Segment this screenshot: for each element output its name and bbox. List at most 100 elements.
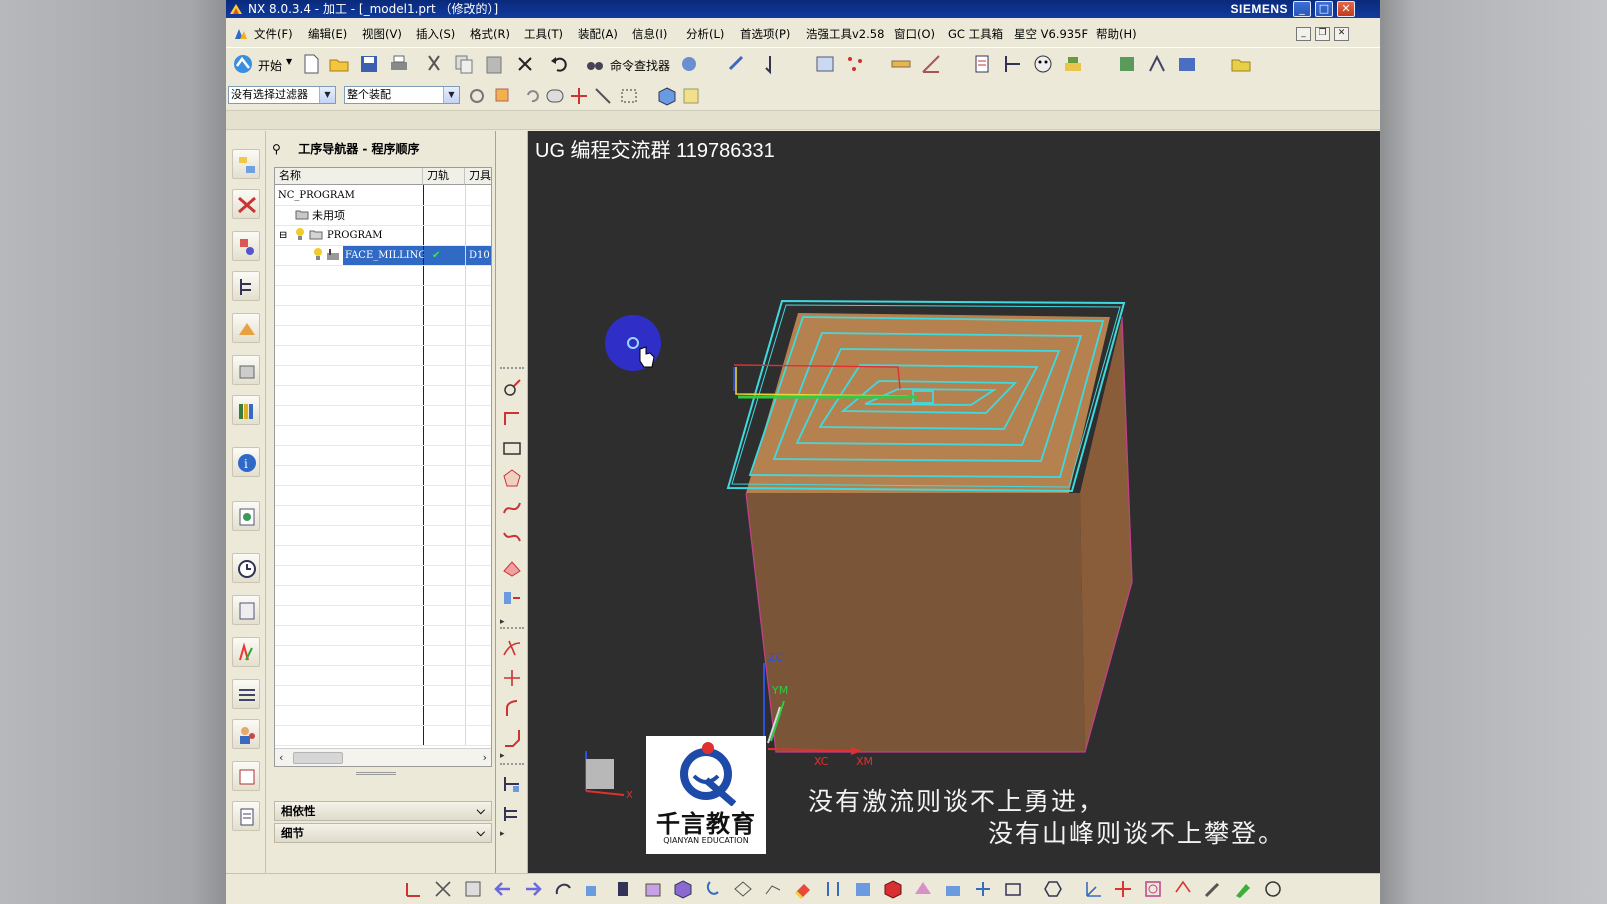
reuse-library-icon[interactable] xyxy=(232,355,260,385)
scrollbar-thumb[interactable] xyxy=(293,752,343,764)
point-icon[interactable] xyxy=(501,377,523,399)
wireframe-view-icon[interactable] xyxy=(762,878,784,900)
doc-close-button[interactable]: ✕ xyxy=(1334,27,1349,41)
toolbar-grip[interactable] xyxy=(500,763,524,765)
tree-row-face-milling[interactable]: FACE_MILLING ✔ D10 xyxy=(275,246,491,266)
history-clock-icon[interactable] xyxy=(232,553,260,583)
view-cube-icon[interactable] xyxy=(656,85,678,107)
horizontal-scrollbar[interactable]: ‹ › xyxy=(275,748,491,766)
select-reset-icon[interactable] xyxy=(466,85,488,107)
folder-open-icon[interactable] xyxy=(1230,53,1252,75)
command-finder-button[interactable]: 命令查找器 xyxy=(610,57,670,74)
snap-grid-icon[interactable] xyxy=(680,85,702,107)
selection-scope-select[interactable]: 整个装配 ▼ xyxy=(344,86,460,104)
process-studio-icon[interactable] xyxy=(232,679,260,709)
iso-view-icon[interactable] xyxy=(672,878,694,900)
rotate-spin-icon[interactable] xyxy=(702,878,724,900)
layer-settings-icon[interactable] xyxy=(852,878,874,900)
circle-select-icon[interactable] xyxy=(1142,878,1164,900)
binoculars-icon[interactable] xyxy=(584,53,606,75)
tree-row-program[interactable]: ⊟ PROGRAM xyxy=(275,226,491,246)
paste-icon[interactable] xyxy=(483,53,505,75)
system-scene-icon[interactable] xyxy=(232,761,260,791)
crosshair-icon[interactable] xyxy=(1112,878,1134,900)
constraint-icon[interactable] xyxy=(501,803,523,825)
dimension-icon[interactable] xyxy=(501,773,523,795)
curve-icon[interactable] xyxy=(501,527,523,549)
arrow-right-icon[interactable] xyxy=(522,878,544,900)
toolbar-grip[interactable] xyxy=(500,627,524,629)
menu-xingkong[interactable]: 星空 V6.935F xyxy=(1014,23,1088,45)
menu-tools[interactable]: 工具(T) xyxy=(524,23,563,45)
chevron-down-icon[interactable]: ⌵ xyxy=(477,802,485,820)
layer-icon[interactable] xyxy=(814,53,836,75)
print-icon[interactable] xyxy=(388,53,410,75)
start-dropdown-icon[interactable]: ▼ xyxy=(286,57,292,66)
nx-menu-icon[interactable] xyxy=(234,27,248,41)
maximize-button[interactable]: □ xyxy=(1315,1,1333,17)
eraser-icon[interactable] xyxy=(792,878,814,900)
move-object-icon[interactable] xyxy=(942,878,964,900)
column-header-toolpath[interactable]: 刀轨 xyxy=(423,168,465,185)
details-section[interactable]: 细节 ⌵ xyxy=(274,823,492,843)
chevron-down-icon[interactable]: ⌵ xyxy=(477,824,485,842)
cut-icon[interactable] xyxy=(423,53,445,75)
rectangle-icon[interactable] xyxy=(501,437,523,459)
menu-format[interactable]: 格式(R) xyxy=(470,23,510,45)
post-process-icon[interactable] xyxy=(1176,53,1198,75)
menu-haoqiang-tools[interactable]: 浩强工具v2.58 xyxy=(806,23,884,45)
trim-icon[interactable] xyxy=(501,637,523,659)
menu-help[interactable]: 帮助(H) xyxy=(1096,23,1137,45)
machine-tool-navigator-icon[interactable] xyxy=(232,189,260,219)
menu-information[interactable]: 信息(I) xyxy=(632,23,667,45)
offset-curve-icon[interactable] xyxy=(501,557,523,579)
info-window-icon[interactable]: i xyxy=(232,447,260,477)
set-view-icon[interactable] xyxy=(972,878,994,900)
constraint-navigator-icon[interactable] xyxy=(232,313,260,343)
toolbar-grip[interactable] xyxy=(500,367,524,369)
line-icon[interactable] xyxy=(501,407,523,429)
tree-row-unused-items[interactable]: 未用项 xyxy=(275,206,491,226)
menu-analysis[interactable]: 分析(L) xyxy=(686,23,724,45)
fit-view-icon[interactable] xyxy=(432,878,454,900)
graphics-viewport[interactable]: ZC YM XC XM X UG 编程交流群 119786331 千言教育 QI… xyxy=(528,131,1380,873)
measure-angle-icon[interactable] xyxy=(920,53,942,75)
section-view-icon[interactable] xyxy=(732,878,754,900)
snap-point-icon[interactable] xyxy=(492,85,514,107)
delete-icon[interactable] xyxy=(514,53,536,75)
overflow-arrow-icon[interactable]: ▸ xyxy=(500,751,505,761)
info-arrow-icon[interactable] xyxy=(762,53,784,75)
select-feature-icon[interactable] xyxy=(568,85,590,107)
menu-preferences[interactable]: 首选项(P) xyxy=(740,23,790,45)
zoom-view-icon[interactable] xyxy=(612,878,634,900)
tree-row-nc-program[interactable]: NC_PROGRAM xyxy=(275,186,491,206)
rotate-view-icon[interactable] xyxy=(552,878,574,900)
spline-icon[interactable] xyxy=(501,497,523,519)
menu-window[interactable]: 窗口(O) xyxy=(894,23,935,45)
minimize-button[interactable]: _ xyxy=(1293,1,1311,17)
red-cube-icon[interactable] xyxy=(882,878,904,900)
open-folder-icon[interactable] xyxy=(328,53,350,75)
fillet-icon[interactable] xyxy=(501,697,523,719)
scroll-right-icon[interactable]: › xyxy=(483,751,487,764)
pen-icon[interactable] xyxy=(1202,878,1224,900)
roles-icon[interactable] xyxy=(232,719,260,749)
start-button[interactable]: 开始 xyxy=(258,57,282,74)
scroll-left-icon[interactable]: ‹ xyxy=(279,751,283,764)
palette-icon[interactable] xyxy=(232,637,260,667)
create-method-icon[interactable] xyxy=(1062,53,1084,75)
axes-icon[interactable] xyxy=(1082,878,1104,900)
menu-view[interactable]: 视图(V) xyxy=(362,23,402,45)
menu-insert[interactable]: 插入(S) xyxy=(416,23,455,45)
close-button[interactable]: ✕ xyxy=(1337,1,1355,17)
print-layout-icon[interactable] xyxy=(232,801,260,831)
collapse-toggle-icon[interactable]: ⊟ xyxy=(279,226,287,245)
create-program-icon[interactable] xyxy=(972,53,994,75)
copy-icon[interactable] xyxy=(453,53,475,75)
type-filter-select[interactable]: 没有选择过滤器 ▼ xyxy=(228,86,336,104)
operation-navigator-tab-icon[interactable] xyxy=(232,149,260,179)
system-materials-icon[interactable] xyxy=(232,595,260,625)
menu-edit[interactable]: 编辑(E) xyxy=(308,23,347,45)
rectangle-select-icon[interactable] xyxy=(1002,878,1024,900)
wcs-icon[interactable] xyxy=(402,878,424,900)
